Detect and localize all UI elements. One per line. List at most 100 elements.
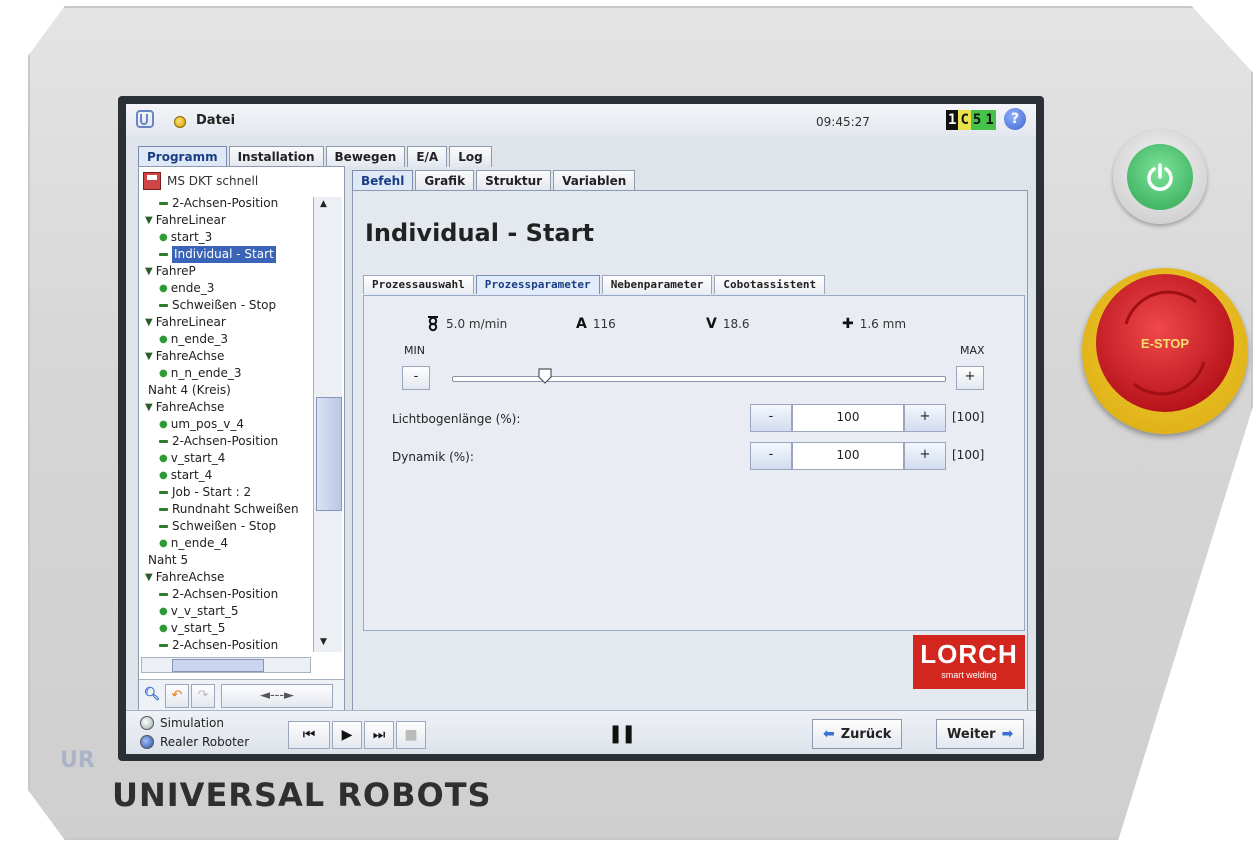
search-icon[interactable]: 🔍︎ xyxy=(143,684,161,706)
skip-back-button[interactable]: ⏮ xyxy=(288,721,330,749)
scroll-thumb[interactable] xyxy=(316,397,342,511)
footer-bar: Simulation Realer Roboter ⏮ ▶ ⏭ ■ ❚❚ ⬅ Z… xyxy=(126,710,1036,754)
tree-node[interactable]: 2-Achsen-Position xyxy=(141,195,309,212)
dynamics-field[interactable]: 100 xyxy=(792,442,904,470)
file-menu[interactable]: Datei xyxy=(196,113,235,128)
tree-node[interactable]: Schweißen - Stop xyxy=(141,297,309,314)
simulation-radio[interactable] xyxy=(140,716,154,730)
tree-node-label: v_v_start_5 xyxy=(170,604,239,618)
thickness-readout: ✚ 1.6 mm xyxy=(842,316,906,332)
stop-button[interactable]: ■ xyxy=(396,721,426,749)
tree-node[interactable]: Job - Start : 2 xyxy=(141,484,309,501)
current-value: 116 xyxy=(592,317,616,331)
tree-node[interactable]: ▼ FahreP xyxy=(141,263,309,280)
dynamics-plus-button[interactable]: + xyxy=(904,442,946,470)
tab-prozessauswahl[interactable]: Prozessauswahl xyxy=(363,275,474,294)
tree-node[interactable]: Naht 5 xyxy=(141,552,309,569)
tree-node[interactable]: ● um_pos_v_4 xyxy=(141,416,309,433)
tab-installation[interactable]: Installation xyxy=(228,146,324,167)
tab-struktur[interactable]: Struktur xyxy=(476,170,552,191)
tree-horizontal-scrollbar[interactable] xyxy=(141,657,311,673)
tab-befehl[interactable]: Befehl xyxy=(352,170,414,191)
title-bar: Datei 09:45:27 1 C 5 1 ? xyxy=(126,104,1036,136)
command-icon xyxy=(159,202,168,205)
tree-node[interactable]: Naht 4 (Kreis) xyxy=(141,382,309,399)
tab-log[interactable]: Log xyxy=(449,146,492,167)
tab-grafik[interactable]: Grafik xyxy=(415,170,475,191)
power-slider[interactable] xyxy=(452,376,946,382)
redo-icon[interactable]: ↷ xyxy=(191,684,215,708)
move-node-button[interactable]: ◄---► xyxy=(221,684,333,708)
slider-thumb[interactable] xyxy=(538,368,553,384)
simulation-mode-option[interactable]: Simulation xyxy=(140,716,224,730)
tree-node[interactable]: ● v_v_start_5 xyxy=(141,603,309,620)
tree-node[interactable]: ▼ FahreLinear xyxy=(141,314,309,331)
tree-node[interactable]: Schweißen - Stop xyxy=(141,518,309,535)
tree-node[interactable]: 2-Achsen-Position xyxy=(141,637,309,654)
main-tabs: Programm Installation Bewegen E/A Log xyxy=(138,146,492,167)
tree-node-label: v_start_4 xyxy=(170,451,226,465)
thickness-icon: ✚ xyxy=(842,316,854,332)
tree-node[interactable]: ● start_3 xyxy=(141,229,309,246)
estop-cap: E-STOP xyxy=(1096,274,1234,412)
tab-variablen[interactable]: Variablen xyxy=(553,170,636,191)
tree-node[interactable]: ● v_start_5 xyxy=(141,620,309,637)
command-icon xyxy=(159,304,168,307)
arc-length-field[interactable]: 100 xyxy=(792,404,904,432)
tab-nebenparameter[interactable]: Nebenparameter xyxy=(601,275,713,294)
tree-node[interactable]: ● n_ende_4 xyxy=(141,535,309,552)
waypoint-icon: ● xyxy=(159,232,168,243)
arc-length-minus-button[interactable]: - xyxy=(750,404,792,432)
real-robot-radio[interactable] xyxy=(140,735,154,749)
pause-icon[interactable]: ❚❚ xyxy=(608,723,636,744)
tab-cobotassistent[interactable]: Cobotassistent xyxy=(714,275,826,294)
slider-decrease-button[interactable]: - xyxy=(402,366,430,390)
real-robot-mode-option[interactable]: Realer Roboter xyxy=(140,735,249,749)
tree-node[interactable]: 2-Achsen-Position xyxy=(141,586,309,603)
back-button[interactable]: ⬅ Zurück xyxy=(812,719,903,749)
dynamics-minus-button[interactable]: - xyxy=(750,442,792,470)
step-forward-button[interactable]: ⏭ xyxy=(364,721,394,749)
tree-node[interactable]: ● start_4 xyxy=(141,467,309,484)
waypoint-icon: ● xyxy=(159,334,168,345)
tree-node[interactable]: 2-Achsen-Position xyxy=(141,433,309,450)
tree-node[interactable]: Rundnaht Schweißen xyxy=(141,501,309,518)
save-icon[interactable] xyxy=(143,172,161,190)
tree-node[interactable]: ● v_start_4 xyxy=(141,450,309,467)
emergency-stop-button[interactable]: E-STOP xyxy=(1082,268,1248,434)
power-button[interactable] xyxy=(1113,130,1207,224)
tab-ea[interactable]: E/A xyxy=(407,146,448,167)
tree-node-label: v_start_5 xyxy=(170,621,226,635)
tree-node[interactable]: ● n_n_ende_3 xyxy=(141,365,309,382)
undo-icon[interactable]: ↶ xyxy=(165,684,189,708)
tab-programm[interactable]: Programm xyxy=(138,146,227,167)
expand-triangle-icon: ▼ xyxy=(145,317,153,328)
hscroll-thumb[interactable] xyxy=(172,659,264,672)
tree-node[interactable]: ▼ FahreAchse xyxy=(141,569,309,586)
command-icon xyxy=(159,253,168,256)
tree-node[interactable]: Individual - Start xyxy=(141,246,309,263)
scroll-down-icon[interactable]: ▼ xyxy=(320,637,327,647)
play-button[interactable]: ▶ xyxy=(332,721,362,749)
next-button[interactable]: Weiter ➡ xyxy=(936,719,1025,749)
voltage-label: V xyxy=(706,316,717,332)
tree-node[interactable]: ● ende_3 xyxy=(141,280,309,297)
tree-node[interactable]: ▼ FahreLinear xyxy=(141,212,309,229)
tree-node[interactable]: ▼ FahreAchse xyxy=(141,348,309,365)
tree-node-label: Naht 4 (Kreis) xyxy=(148,383,231,397)
tree-node-label: Naht 5 xyxy=(148,553,189,567)
help-icon[interactable]: ? xyxy=(1004,108,1026,130)
tree-node[interactable]: ● n_ende_3 xyxy=(141,331,309,348)
command-icon xyxy=(159,508,168,511)
program-tree-panel: MS DKT schnell 2-Achsen-Position ▼ FahreLi… xyxy=(138,166,345,716)
tab-bewegen[interactable]: Bewegen xyxy=(325,146,406,167)
tab-prozessparameter[interactable]: Prozessparameter xyxy=(475,275,600,294)
tree-vertical-scrollbar[interactable]: ▲ ▼ xyxy=(313,197,342,652)
slider-increase-button[interactable]: + xyxy=(956,366,984,390)
tree-node-label: 2-Achsen-Position xyxy=(172,587,279,601)
tree-node[interactable]: ▼ FahreAchse xyxy=(141,399,309,416)
next-label: Weiter xyxy=(947,726,996,742)
wire-speed-value: 5.0 m/min xyxy=(446,317,508,331)
arc-length-plus-button[interactable]: + xyxy=(904,404,946,432)
scroll-up-icon[interactable]: ▲ xyxy=(320,199,327,209)
